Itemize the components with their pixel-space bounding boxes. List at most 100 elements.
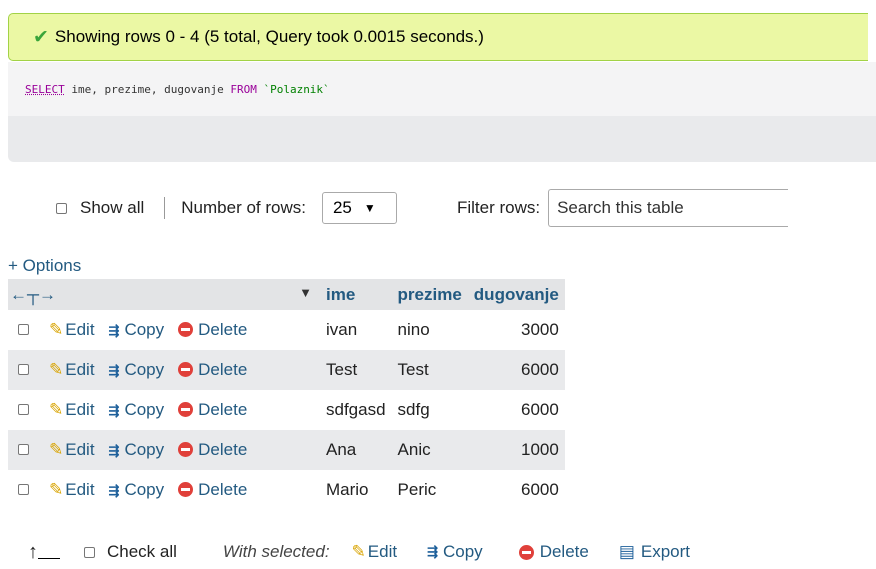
table-row: ✎ Edit ⇶ Copy Delete Test Test 6000 bbox=[8, 350, 565, 390]
number-of-rows-select[interactable]: 25 ▼ bbox=[321, 192, 397, 224]
table-row: ✎ Edit ⇶ Copy Delete sdfgasd sdfg 6000 bbox=[8, 390, 565, 430]
copy-icon: ⇶ bbox=[108, 363, 120, 378]
divider bbox=[164, 197, 166, 219]
export-icon: ▤ bbox=[618, 542, 635, 561]
cell-ime[interactable]: Test bbox=[320, 350, 392, 390]
delete-icon bbox=[178, 322, 194, 337]
sql-select-keyword[interactable]: SELECT bbox=[25, 83, 65, 96]
bulk-copy-button[interactable]: Copy bbox=[443, 542, 483, 562]
column-header-ime[interactable]: ime bbox=[320, 279, 392, 310]
copy-icon: ⇶ bbox=[108, 483, 120, 498]
column-header-dugovanje[interactable]: dugovanje bbox=[467, 279, 565, 310]
copy-link[interactable]: Copy bbox=[124, 440, 164, 459]
success-message: ✔ Showing rows 0 - 4 (5 total, Query too… bbox=[8, 13, 868, 61]
success-text: Showing rows 0 - 4 (5 total, Query took … bbox=[54, 27, 484, 46]
delete-link[interactable]: Delete bbox=[198, 480, 247, 499]
delete-link[interactable]: Delete bbox=[198, 360, 247, 379]
delete-icon bbox=[518, 544, 534, 560]
cell-ime[interactable]: sdfgasd bbox=[320, 390, 392, 430]
pencil-icon: ✎ bbox=[49, 400, 64, 419]
arrow-up-icon: ↑ bbox=[28, 541, 38, 563]
row-checkbox[interactable] bbox=[18, 364, 29, 375]
edit-link[interactable]: Edit bbox=[65, 360, 94, 379]
row-checkbox[interactable] bbox=[18, 444, 29, 455]
copy-icon: ⇶ bbox=[427, 544, 438, 559]
cell-dugovanje[interactable]: 6000 bbox=[467, 470, 565, 510]
cell-dugovanje[interactable]: 1000 bbox=[467, 430, 565, 470]
cell-ime[interactable]: Mario bbox=[320, 470, 392, 510]
delete-icon bbox=[178, 362, 194, 377]
table-row: ✎ Edit ⇶ Copy Delete Mario Peric 6000 bbox=[8, 470, 565, 510]
row-checkbox[interactable] bbox=[18, 404, 29, 415]
copy-icon: ⇶ bbox=[108, 323, 120, 338]
column-header-prezime[interactable]: prezime bbox=[391, 279, 468, 310]
cell-prezime[interactable]: Anic bbox=[391, 430, 468, 470]
edit-link[interactable]: Edit bbox=[65, 480, 94, 499]
row-actions: ✎ Edit ⇶ Copy Delete bbox=[8, 350, 320, 390]
filter-rows-label: Filter rows: bbox=[456, 198, 541, 217]
arrow-line bbox=[38, 557, 60, 559]
bulk-actions-bar: ↑ Check all With selected: ✎ Edit ⇶ Copy… bbox=[0, 535, 876, 569]
copy-link[interactable]: Copy bbox=[124, 320, 164, 339]
cell-dugovanje[interactable]: 3000 bbox=[467, 310, 565, 350]
cell-prezime[interactable]: nino bbox=[391, 310, 468, 350]
cell-prezime[interactable]: Peric bbox=[391, 470, 468, 510]
delete-link[interactable]: Delete bbox=[198, 440, 247, 459]
filter-rows-placeholder: Search this table bbox=[557, 198, 684, 217]
pencil-icon: ✎ bbox=[351, 542, 366, 561]
results-table: ←┬→ ▼ ime prezime dugovanje ✎ Edit ⇶ Copy De… bbox=[8, 279, 565, 510]
sql-query: SELECT ime, prezime, dugovanje FROM `Pol… bbox=[8, 62, 876, 116]
column-arrows-icon[interactable]: ←┬→ bbox=[10, 285, 56, 305]
pencil-icon: ✎ bbox=[49, 440, 64, 459]
cell-prezime[interactable]: sdfg bbox=[391, 390, 468, 430]
copy-link[interactable]: Copy bbox=[124, 400, 164, 419]
delete-icon bbox=[178, 442, 194, 457]
copy-icon: ⇶ bbox=[108, 443, 120, 458]
cell-prezime[interactable]: Test bbox=[391, 350, 468, 390]
row-actions: ✎ Edit ⇶ Copy Delete bbox=[8, 310, 320, 350]
options-link[interactable]: + Options bbox=[8, 256, 81, 276]
pencil-icon: ✎ bbox=[49, 480, 64, 499]
check-all-label[interactable]: Check all bbox=[107, 542, 177, 562]
with-selected-label: With selected: bbox=[222, 542, 330, 561]
check-all-checkbox[interactable] bbox=[84, 546, 95, 558]
delete-icon bbox=[178, 402, 194, 417]
check-icon: ✔ bbox=[33, 26, 49, 48]
row-actions: ✎ Edit ⇶ Copy Delete bbox=[8, 390, 320, 430]
show-all-label[interactable]: Show all bbox=[80, 198, 144, 218]
cell-ime[interactable]: Ana bbox=[320, 430, 392, 470]
delete-icon bbox=[178, 482, 194, 497]
cell-ime[interactable]: ivan bbox=[320, 310, 392, 350]
bulk-export-button[interactable]: Export bbox=[641, 542, 690, 562]
row-actions: ✎ Edit ⇶ Copy Delete bbox=[8, 470, 320, 510]
edit-link[interactable]: Edit bbox=[65, 400, 94, 419]
number-of-rows-value: 25 bbox=[332, 198, 352, 217]
sort-dropdown-icon[interactable]: ▼ bbox=[299, 285, 312, 300]
delete-link[interactable]: Delete bbox=[198, 320, 247, 339]
row-actions: ✎ Edit ⇶ Copy Delete bbox=[8, 430, 320, 470]
cell-dugovanje[interactable]: 6000 bbox=[467, 350, 565, 390]
row-checkbox[interactable] bbox=[18, 324, 29, 335]
delete-link[interactable]: Delete bbox=[198, 400, 247, 419]
row-checkbox[interactable] bbox=[18, 484, 29, 495]
copy-link[interactable]: Copy bbox=[124, 480, 164, 499]
pencil-icon: ✎ bbox=[49, 360, 64, 379]
sql-table-name: `Polaznik` bbox=[263, 82, 330, 96]
chevron-down-icon: ▼ bbox=[363, 201, 376, 215]
cell-dugovanje[interactable]: 6000 bbox=[467, 390, 565, 430]
table-row: ✎ Edit ⇶ Copy Delete Ana Anic 1000 bbox=[8, 430, 565, 470]
edit-link[interactable]: Edit bbox=[65, 320, 94, 339]
bulk-delete-button[interactable]: Delete bbox=[540, 542, 589, 562]
edit-link[interactable]: Edit bbox=[65, 440, 94, 459]
copy-icon: ⇶ bbox=[108, 403, 120, 418]
sql-query-box: SELECT ime, prezime, dugovanje FROM `Pol… bbox=[8, 62, 876, 162]
filter-rows-input[interactable]: Search this table bbox=[548, 189, 789, 227]
show-all-checkbox[interactable] bbox=[56, 202, 67, 214]
pencil-icon: ✎ bbox=[49, 320, 64, 339]
sql-columns: ime, prezime, dugovanje bbox=[64, 82, 231, 96]
copy-link[interactable]: Copy bbox=[124, 360, 164, 379]
actions-header: ←┬→ ▼ bbox=[8, 279, 320, 310]
table-controls: Show all Number of rows: 25 ▼ Filter row… bbox=[0, 188, 876, 228]
table-row: ✎ Edit ⇶ Copy Delete ivan nino 3000 bbox=[8, 310, 565, 350]
bulk-edit-button[interactable]: Edit bbox=[368, 542, 397, 562]
